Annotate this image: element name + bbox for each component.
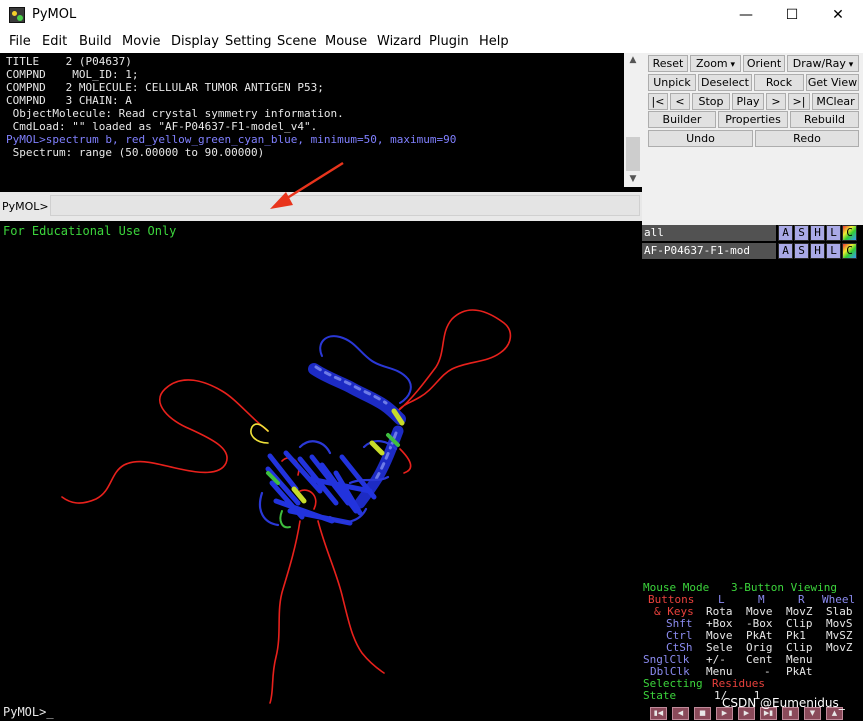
command-prompt-label: PyMOL> <box>2 200 49 213</box>
linker-green <box>279 510 291 529</box>
protein-structure-render <box>61 309 512 704</box>
hide-button[interactable]: H <box>810 243 825 259</box>
disordered-loop-right <box>397 309 512 412</box>
command-line-row: PyMOL> <box>0 192 642 221</box>
forward-button[interactable]: > <box>766 93 786 110</box>
title-bar: PyMOL — ☐ ✕ <box>0 0 863 31</box>
label-button[interactable]: L <box>826 225 841 241</box>
reset-button[interactable]: Reset <box>648 55 688 72</box>
menu-file[interactable]: File <box>9 34 31 49</box>
zoom-button[interactable]: Zoom <box>690 55 741 72</box>
menu-mouse[interactable]: Mouse <box>325 34 367 49</box>
menu-movie[interactable]: Movie <box>122 34 160 49</box>
unpick-button[interactable]: Unpick <box>648 74 696 91</box>
stop-icon[interactable]: ■ <box>694 707 711 720</box>
menu-wizard[interactable]: Wizard <box>377 34 421 49</box>
helix-top <box>308 363 406 425</box>
menu-bar: File Edit Build Movie Display Setting Sc… <box>0 31 863 53</box>
color-button[interactable]: C <box>842 225 857 241</box>
scrollbar-thumb[interactable] <box>626 137 640 171</box>
control-button-panel: Reset Zoom Orient Draw/Ray Unpick Desele… <box>642 53 863 225</box>
object-row-model: AF-P04637-F1-mod A S H L C <box>642 243 863 259</box>
linker-yellow <box>250 423 269 444</box>
menu-build[interactable]: Build <box>79 34 112 49</box>
window-title: PyMOL <box>32 7 77 22</box>
close-button[interactable]: ✕ <box>815 0 861 31</box>
draw-ray-button[interactable]: Draw/Ray <box>787 55 859 72</box>
console-scrollbar[interactable]: ▲ ▼ <box>624 53 642 187</box>
end-button[interactable]: >| <box>788 93 810 110</box>
action-button[interactable]: A <box>778 225 793 241</box>
action-button[interactable]: A <box>778 243 793 259</box>
properties-button[interactable]: Properties <box>718 111 788 128</box>
console-line: Spectrum: range (50.00000 to 90.00000) <box>6 146 265 159</box>
redo-button[interactable]: Redo <box>755 130 859 147</box>
label-button[interactable]: L <box>826 243 841 259</box>
previous-frame-icon[interactable]: ◀ <box>672 707 689 720</box>
get-view-button[interactable]: Get View <box>806 74 859 91</box>
object-name[interactable]: AF-P04637-F1-mod <box>642 243 776 259</box>
scroll-up-icon[interactable]: ▲ <box>624 53 642 68</box>
object-row-all: all A S H L C <box>642 225 863 241</box>
binding-wheel: MovZ <box>826 641 853 654</box>
object-list-panel: all A S H L C AF-P04637-F1-mod A S H L C <box>642 225 863 580</box>
play-button[interactable]: Play <box>732 93 764 110</box>
binding-right: PkAt <box>786 665 813 678</box>
console-line: COMPND 3 CHAIN: A <box>6 94 132 107</box>
rebuild-button[interactable]: Rebuild <box>790 111 859 128</box>
console-output: TITLE 2 (P04637) COMPND MOL_ID: 1; COMPN… <box>0 53 642 192</box>
rock-button[interactable]: Rock <box>754 74 804 91</box>
menu-setting[interactable]: Setting <box>225 34 272 49</box>
pymol-app-icon <box>9 7 25 23</box>
state-label: State <box>643 689 677 702</box>
scroll-down-icon[interactable]: ▼ <box>624 172 642 187</box>
show-button[interactable]: S <box>794 243 809 259</box>
object-name[interactable]: all <box>642 225 776 241</box>
helix-top-sheen <box>314 365 388 405</box>
back-button[interactable]: < <box>670 93 690 110</box>
educational-use-label: For Educational Use Only <box>3 224 177 238</box>
stop-button[interactable]: Stop <box>692 93 730 110</box>
minimize-button[interactable]: — <box>723 0 769 31</box>
mouse-mode-panel[interactable]: Mouse Mode 3-Button Viewing Buttons L M … <box>642 580 863 705</box>
viewer-prompt[interactable]: PyMOL>_ <box>3 705 54 719</box>
csdn-watermark: CSDN @Eumenidus_ <box>722 696 845 710</box>
builder-button[interactable]: Builder <box>648 111 716 128</box>
mclear-button[interactable]: MClear <box>812 93 859 110</box>
console-line: CmdLoad: "" loaded as "AF-P04637-F1-mode… <box>6 120 318 133</box>
rewind-button[interactable]: |< <box>648 93 668 110</box>
binding-middle: - <box>764 665 771 678</box>
3d-viewport[interactable]: For Educational Use Only PyMOL>_ <box>0 221 642 721</box>
console-command-echo: PyMOL>spectrum b, red_yellow_green_cyan_… <box>6 133 457 146</box>
console-line: ObjectMolecule: Read crystal symmetry in… <box>6 107 344 120</box>
console-line: COMPND 2 MOLECULE: CELLULAR TUMOR ANTIGE… <box>6 81 324 94</box>
maximize-button[interactable]: ☐ <box>769 0 815 31</box>
console-line: TITLE 2 (P04637) <box>6 55 132 68</box>
menu-edit[interactable]: Edit <box>42 34 67 49</box>
undo-button[interactable]: Undo <box>648 130 753 147</box>
color-button[interactable]: C <box>842 243 857 259</box>
tail-bottom-left <box>269 520 301 704</box>
menu-help[interactable]: Help <box>479 34 509 49</box>
command-input[interactable] <box>50 195 640 216</box>
menu-scene[interactable]: Scene <box>277 34 317 49</box>
beta-sheet-core <box>265 450 377 526</box>
first-frame-icon[interactable]: ▮◀ <box>650 707 667 720</box>
tail-bottom-right <box>317 520 385 674</box>
orient-button[interactable]: Orient <box>743 55 785 72</box>
deselect-button[interactable]: Deselect <box>698 74 752 91</box>
menu-display[interactable]: Display <box>171 34 219 49</box>
hide-button[interactable]: H <box>810 225 825 241</box>
show-button[interactable]: S <box>794 225 809 241</box>
console-line: COMPND MOL_ID: 1; <box>6 68 139 81</box>
disordered-loop-left <box>61 379 269 504</box>
menu-plugin[interactable]: Plugin <box>429 34 469 49</box>
